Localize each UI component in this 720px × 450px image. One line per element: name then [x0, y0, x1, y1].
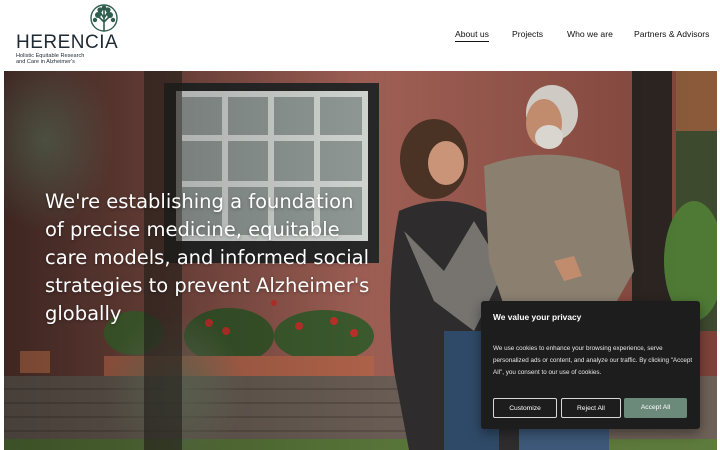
accept-all-button[interactable]: Accept All: [624, 398, 687, 418]
customize-button[interactable]: Customize: [493, 398, 557, 418]
nav-projects[interactable]: Projects: [512, 29, 543, 39]
nav-who-we-are[interactable]: Who we are: [567, 29, 613, 39]
cookie-title: We value your privacy: [493, 312, 582, 322]
cookie-consent-dialog: We value your privacy We use cookies to …: [481, 301, 700, 429]
tree-logo-icon: [90, 4, 118, 32]
logo-tagline: Holistic Equitable Research and Care in …: [16, 53, 126, 66]
herencia-logo[interactable]: HERENCIA Holistic Equitable Research and…: [15, 4, 119, 66]
nav-partners-advisors[interactable]: Partners & Advisors: [634, 29, 709, 39]
site-header: HERENCIA Holistic Equitable Research and…: [0, 0, 720, 70]
nav-about-us[interactable]: About us: [455, 29, 489, 42]
reject-all-button[interactable]: Reject All: [561, 398, 621, 418]
cookie-body-text: We use cookies to enhance your browsing …: [493, 345, 693, 376]
hero-headline: We're establishing a foundation of preci…: [45, 190, 370, 325]
logo-tagline-line-2: and Care in Alzheimer's: [16, 59, 75, 66]
logo-wordmark: HERENCIA: [16, 32, 119, 53]
